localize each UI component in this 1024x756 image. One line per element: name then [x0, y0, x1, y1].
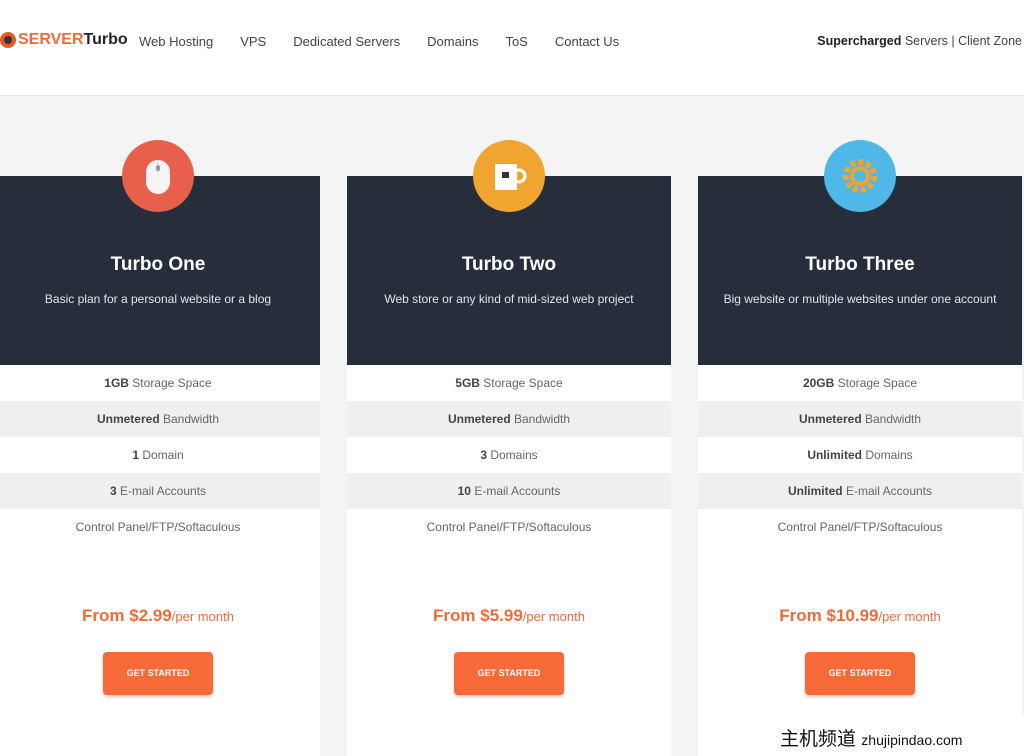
feature-row: 20GB Storage Space	[698, 365, 1022, 401]
plan-price: From $2.99/per month	[0, 606, 320, 626]
plan-description: Big website or multiple websites under o…	[723, 292, 997, 306]
plan-description: Web store or any kind of mid-sized web p…	[384, 292, 634, 306]
feature-value: 1GB	[104, 376, 129, 390]
feature-row: Control Panel/FTP/Softaculous	[698, 509, 1022, 545]
feature-value: Unlimited	[787, 484, 843, 498]
watermark-url: zhujipindao.com	[861, 732, 963, 748]
nav-item[interactable]: ToS	[505, 34, 527, 49]
gear-icon	[824, 140, 896, 212]
feature-row: Unmetered Bandwidth	[0, 401, 320, 437]
feature-row: Unlimited E-mail Accounts	[698, 473, 1022, 509]
price-amount: From $10.99	[779, 606, 879, 625]
feature-label: Storage Space	[128, 376, 212, 390]
feature-value: 3	[480, 448, 487, 462]
plan-name: Turbo Two	[461, 254, 557, 275]
logo[interactable]: SERVER Turbo	[0, 31, 128, 49]
feature-value: Unlimited	[807, 448, 862, 462]
feature-value: 1	[132, 448, 139, 462]
turbo-icon	[0, 32, 16, 48]
feature-label: Bandwidth	[159, 412, 220, 426]
feature-value: 10	[457, 484, 471, 498]
feature-value: 3	[109, 484, 117, 498]
client-zone-link[interactable]: Servers | Client Zone	[901, 34, 1022, 48]
get-started-button[interactable]: GET STARTED	[805, 652, 915, 695]
feature-row: 1 Domain	[0, 437, 320, 473]
feature-label: E-mail Accounts	[470, 484, 561, 498]
logo-text-turbo: Turbo	[83, 31, 128, 48]
header-right-links[interactable]: Supercharged Servers | Client Zone	[817, 34, 1022, 48]
nav-item[interactable]: Domains	[427, 34, 478, 49]
watermark-cn: 主机频道	[780, 729, 857, 750]
feature-row: Control Panel/FTP/Softaculous	[0, 509, 320, 545]
feature-value: 5GB	[455, 376, 480, 390]
nav-item[interactable]: Web Hosting	[139, 34, 213, 49]
feature-row: 5GB Storage Space	[347, 365, 671, 401]
plan-header: Turbo Two Web store or any kind of mid-s…	[347, 140, 671, 365]
feature-row: 10 E-mail Accounts	[347, 473, 671, 509]
plan-card: Turbo Three Big website or multiple webs…	[698, 140, 1022, 756]
tagline-bold: Supercharged	[817, 34, 902, 48]
feature-label: Bandwidth	[861, 412, 922, 426]
top-nav: SERVER Turbo Web Hosting VPS Dedicated Ser…	[0, 0, 1024, 96]
plan-name: Turbo One	[110, 254, 206, 275]
plan-description: Basic plan for a personal website or a b…	[44, 292, 272, 306]
price-unit: /per month	[171, 609, 234, 624]
feature-label: E-mail Accounts	[116, 484, 207, 498]
price-amount: From $5.99	[433, 606, 523, 625]
feature-row: Control Panel/FTP/Softaculous	[347, 509, 671, 545]
price-unit: /per month	[878, 609, 941, 624]
feature-label: Domains	[487, 448, 538, 462]
mouse-icon	[122, 140, 194, 212]
nav-item[interactable]: VPS	[240, 34, 266, 49]
feature-row: Unlimited Domains	[698, 437, 1022, 473]
feature-label: Bandwidth	[510, 412, 571, 426]
feature-row: 3 Domains	[347, 437, 671, 473]
plan-header: Turbo One Basic plan for a personal webs…	[0, 140, 320, 365]
feature-row: 1GB Storage Space	[0, 365, 320, 401]
logo-text-server: SERVER	[18, 31, 84, 48]
feature-label: E-mail Accounts	[842, 484, 933, 498]
feature-label: Domains	[861, 448, 913, 462]
nav-item[interactable]: Contact Us	[555, 34, 619, 49]
feature-row: Unmetered Bandwidth	[347, 401, 671, 437]
plan-name: Turbo Three	[805, 254, 915, 275]
get-started-button[interactable]: GET STARTED	[103, 652, 213, 695]
plan-card: Turbo Two Web store or any kind of mid-s…	[347, 140, 671, 756]
feature-row: 3 E-mail Accounts	[0, 473, 320, 509]
price-amount: From $2.99	[82, 606, 172, 625]
feature-value: Unmetered	[96, 412, 160, 426]
mug-icon	[473, 140, 545, 212]
get-started-button[interactable]: GET STARTED	[454, 652, 564, 695]
feature-label: Control Panel/FTP/Softaculous	[75, 520, 241, 534]
nav-item[interactable]: Dedicated Servers	[293, 34, 400, 49]
feature-value: Unmetered	[447, 412, 511, 426]
plan-card: Turbo One Basic plan for a personal webs…	[0, 140, 320, 756]
feature-label: Storage Space	[479, 376, 563, 390]
watermark: 主机频道 zhujipindao.com	[766, 716, 1024, 756]
price-unit: /per month	[522, 609, 585, 624]
plan-price: From $10.99/per month	[698, 606, 1022, 626]
plan-price: From $5.99/per month	[347, 606, 671, 626]
feature-value: 20GB	[802, 376, 835, 390]
feature-label: Storage Space	[834, 376, 918, 390]
feature-value: Unmetered	[798, 412, 862, 426]
feature-row: Unmetered Bandwidth	[698, 401, 1022, 437]
plan-header: Turbo Three Big website or multiple webs…	[698, 140, 1022, 365]
feature-label: Control Panel/FTP/Softaculous	[777, 520, 943, 534]
feature-label: Domain	[139, 448, 184, 462]
feature-label: Control Panel/FTP/Softaculous	[426, 520, 592, 534]
